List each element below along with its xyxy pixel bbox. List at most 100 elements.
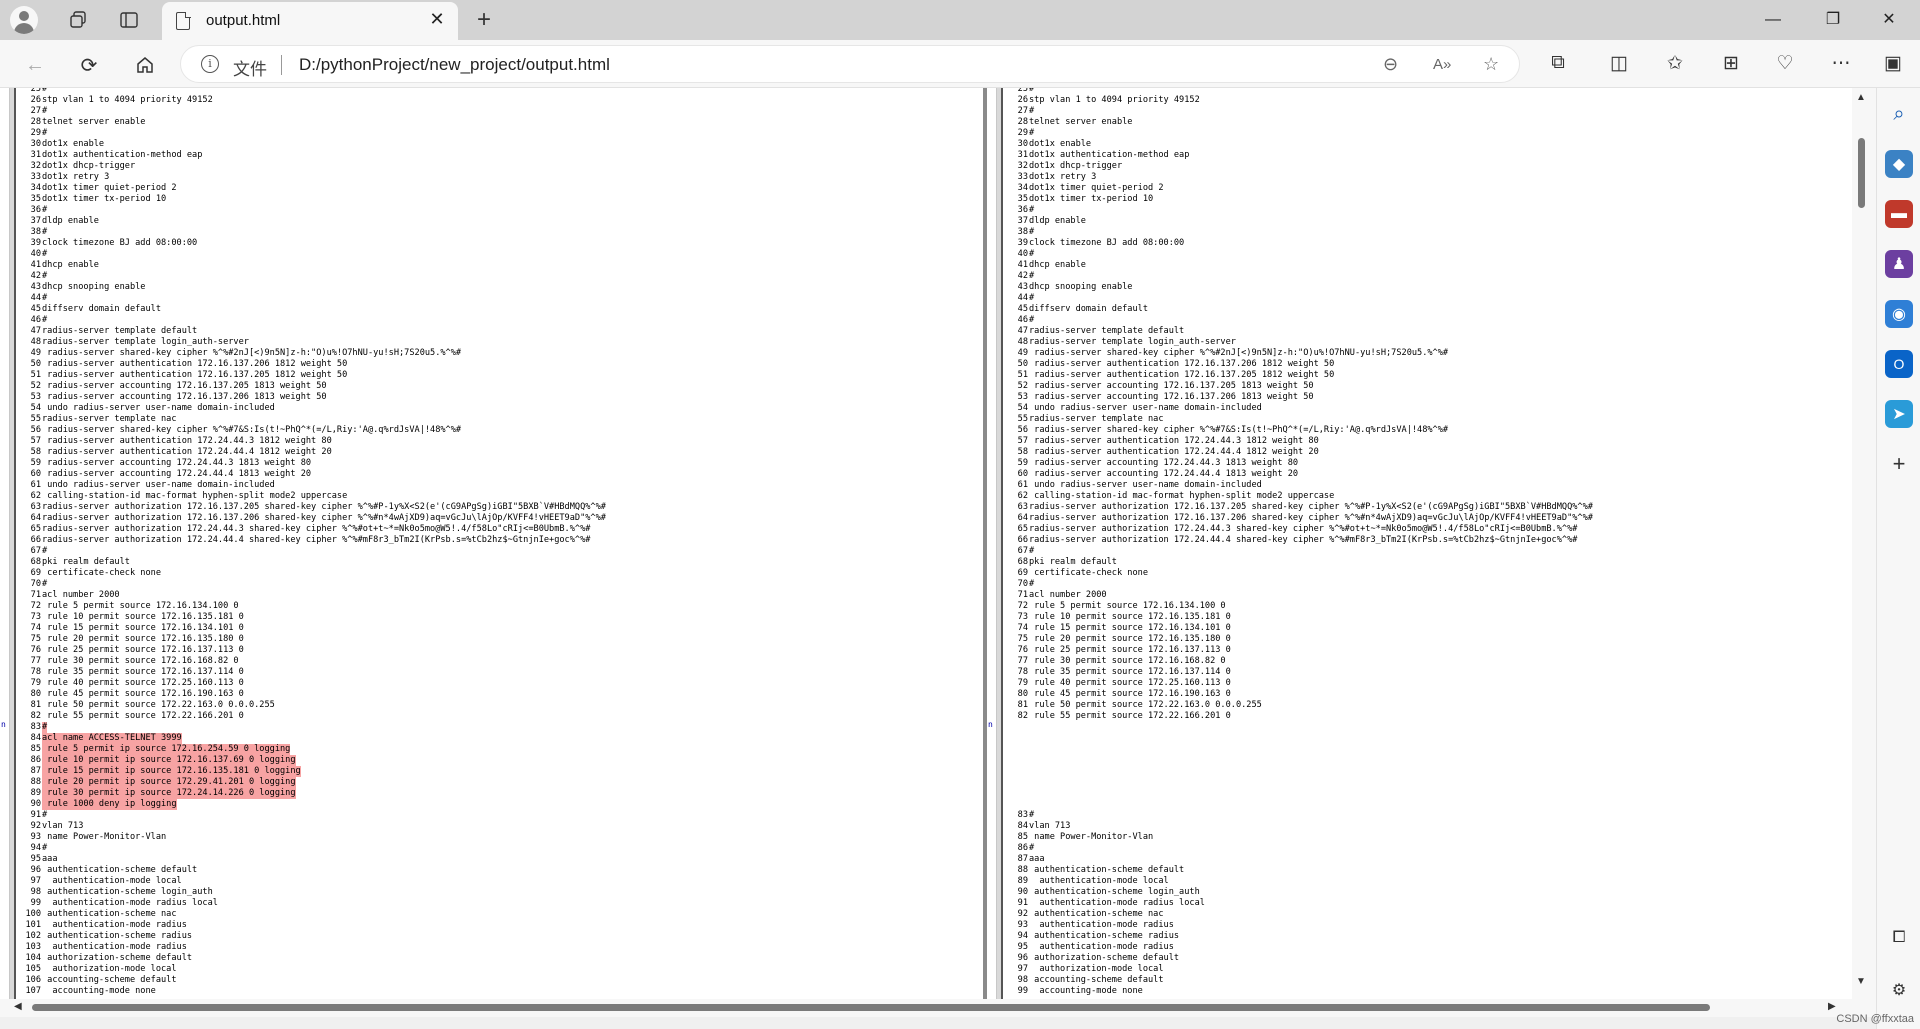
line-number: 87	[30, 766, 41, 776]
line-text: radius-server accounting 172.24.44.3 181…	[1029, 458, 1299, 468]
line-number: 106	[25, 975, 41, 985]
restore-button[interactable]: ❐	[1810, 6, 1856, 34]
close-window-button[interactable]: ✕	[1866, 6, 1912, 34]
code-line: 72 rule 5 permit source 172.16.134.100 0	[1005, 601, 1593, 612]
outlook-icon[interactable]: O	[1885, 350, 1913, 378]
code-line: 39 clock timezone BJ add 08:00:00	[18, 238, 606, 249]
read-aloud-icon[interactable]: A»	[1433, 56, 1451, 73]
line-text: #	[1029, 315, 1035, 325]
screenshot-icon[interactable]: ⧠	[1885, 924, 1913, 952]
heartbeat-icon[interactable]: ♡	[1772, 52, 1798, 75]
url-path[interactable]: D:/pythonProject/new_project/output.html	[299, 55, 610, 75]
code-line: 91 authentication-mode radius local	[1005, 898, 1593, 909]
send-icon[interactable]: ➤	[1885, 400, 1913, 428]
line-text: certificate-check none	[42, 568, 161, 578]
code-line: 78 rule 35 permit source 172.16.137.114 …	[18, 667, 606, 678]
line-number: 50	[30, 359, 41, 369]
address-bar[interactable]: i 文件 D:/pythonProject/new_project/output…	[180, 45, 1520, 83]
line-number: 53	[30, 392, 41, 402]
code-line: 65 radius-server authorization 172.24.44.…	[1005, 524, 1593, 535]
line-text: radius-server template login_auth-server	[1029, 337, 1236, 347]
line-number: 62	[1017, 491, 1028, 501]
code-line: 97 authorization-mode local	[1005, 964, 1593, 975]
profile-avatar[interactable]	[10, 6, 38, 34]
tag-icon[interactable]: ◆	[1885, 150, 1913, 178]
code-line: 57 radius-server authentication 172.24.4…	[1005, 436, 1593, 447]
line-text: authentication-mode radius local	[1029, 898, 1205, 908]
tab-output-html[interactable]: output.html ✕	[162, 2, 458, 40]
line-text: authentication-mode radius	[42, 920, 187, 930]
scroll-right-icon[interactable]: ▶	[1828, 1001, 1836, 1012]
collections-icon[interactable]: ⊞	[1718, 52, 1744, 75]
diff-marker-left[interactable]: n	[1, 720, 6, 729]
line-number: 88	[1017, 865, 1028, 875]
code-line: 84 vlan 713	[1005, 821, 1593, 832]
line-text: accounting-scheme default	[1029, 975, 1164, 985]
line-text: radius-server shared-key cipher %^%#2nJ[…	[1029, 348, 1449, 358]
star-icon[interactable]: ☆	[1483, 54, 1499, 75]
code-line: 47 radius-server template default	[1005, 326, 1593, 337]
scroll-left-icon[interactable]: ◀	[14, 1001, 22, 1012]
address-toolbar: ← ⟳ i 文件 D:/pythonProject/new_project/ou…	[0, 40, 1920, 88]
toolbox-icon[interactable]: ▬	[1885, 200, 1913, 228]
search-icon[interactable]: ⌕	[1885, 100, 1913, 128]
close-tab-icon[interactable]: ✕	[426, 9, 448, 30]
vertical-tabs-icon[interactable]	[117, 8, 141, 32]
more-icon[interactable]: ⋯	[1828, 52, 1854, 75]
code-line: 33 dot1x retry 3	[1005, 172, 1593, 183]
vertical-scroll-thumb[interactable]	[1858, 138, 1865, 208]
line-text: calling-station-id mac-format hyphen-spl…	[42, 491, 348, 501]
code-line: 79 rule 40 permit source 172.25.160.113 …	[18, 678, 606, 689]
code-line: 25 #	[1005, 88, 1593, 95]
code-line: 68 pki realm default	[18, 557, 606, 568]
code-line: 102 authentication-scheme radius	[18, 931, 606, 942]
code-line: 50 radius-server authentication 172.16.1…	[1005, 359, 1593, 370]
sidebar-icon[interactable]: ▣	[1880, 52, 1906, 75]
line-number: 31	[1017, 150, 1028, 160]
line-number: 69	[1017, 568, 1028, 578]
diff-marker-right[interactable]: n	[988, 720, 993, 729]
code-line: 52 radius-server accounting 172.16.137.2…	[18, 381, 606, 392]
code-line: 34 dot1x timer quiet-period 2	[1005, 183, 1593, 194]
line-text: vlan 713	[1029, 821, 1071, 831]
info-icon[interactable]: i	[201, 55, 219, 73]
minimize-button[interactable]: —	[1750, 6, 1796, 34]
scroll-down-icon[interactable]: ▼	[1856, 976, 1866, 987]
horizontal-scrollbar[interactable]: ◀ ▶	[0, 999, 1876, 1017]
line-number: 100	[25, 909, 41, 919]
workspaces-icon[interactable]	[66, 8, 90, 32]
add-icon[interactable]: +	[1885, 450, 1913, 478]
code-line: 42 #	[18, 271, 606, 282]
code-line: 77 rule 30 permit source 172.16.168.82 0	[18, 656, 606, 667]
line-number: 104	[25, 953, 41, 963]
puzzle-icon[interactable]: ⧉	[1545, 52, 1571, 74]
refresh-button[interactable]: ⟳	[74, 50, 104, 80]
line-text: #	[1029, 271, 1035, 281]
line-number: 83	[30, 722, 41, 732]
vertical-scrollbar[interactable]: ▲ ▼	[1852, 88, 1876, 999]
settings-icon[interactable]: ⚙	[1885, 976, 1913, 1004]
line-number: 66	[30, 535, 41, 545]
split-screen-icon[interactable]: ◫	[1606, 52, 1632, 75]
new-tab-button[interactable]: +	[470, 6, 498, 34]
home-button[interactable]	[130, 50, 160, 80]
code-line: 63 radius-server authorization 172.16.137…	[18, 502, 606, 513]
code-line: 53 radius-server accounting 172.16.137.2…	[1005, 392, 1593, 403]
zoom-out-icon[interactable]: ⊖	[1383, 54, 1398, 75]
scroll-up-icon[interactable]: ▲	[1856, 92, 1866, 103]
code-line: 47 radius-server template default	[18, 326, 606, 337]
bottom-strip	[0, 1017, 1920, 1029]
line-number: 63	[1017, 502, 1028, 512]
line-number: 76	[30, 645, 41, 655]
line-number: 48	[1017, 337, 1028, 347]
back-button[interactable]: ←	[20, 50, 50, 80]
chess-icon[interactable]: ♟	[1885, 250, 1913, 278]
line-number: 44	[30, 293, 41, 303]
horizontal-scroll-thumb[interactable]	[32, 1004, 1710, 1011]
line-number: 28	[30, 117, 41, 127]
copilot-icon[interactable]: ◉	[1885, 300, 1913, 328]
line-number: 25	[30, 88, 41, 94]
line-text: dhcp snooping enable	[1029, 282, 1133, 292]
favorites-icon[interactable]: ✩	[1662, 52, 1688, 75]
